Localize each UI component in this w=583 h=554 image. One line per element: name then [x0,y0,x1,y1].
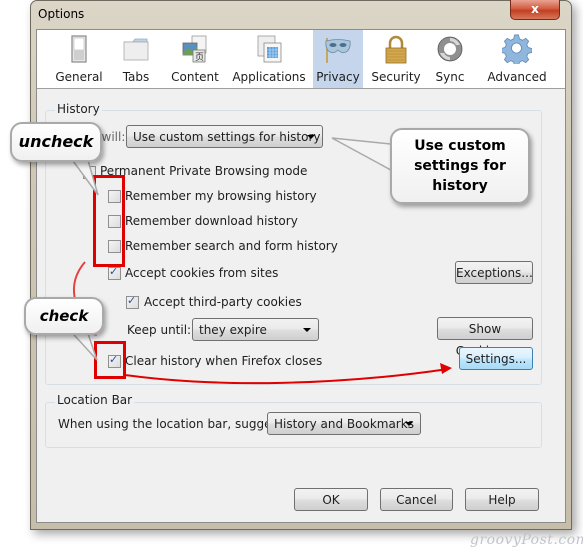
check-callout-text: check [39,307,89,325]
check-callout: check [24,297,104,335]
annotation-arrows [72,261,452,385]
watermark: groovyPost.com [470,532,583,548]
check-to-settings-arrow [124,368,449,385]
uncheck-callout: uncheck [10,122,102,162]
custom-settings-callout: Use custom settings for history [390,128,530,204]
arrowhead [440,363,452,374]
